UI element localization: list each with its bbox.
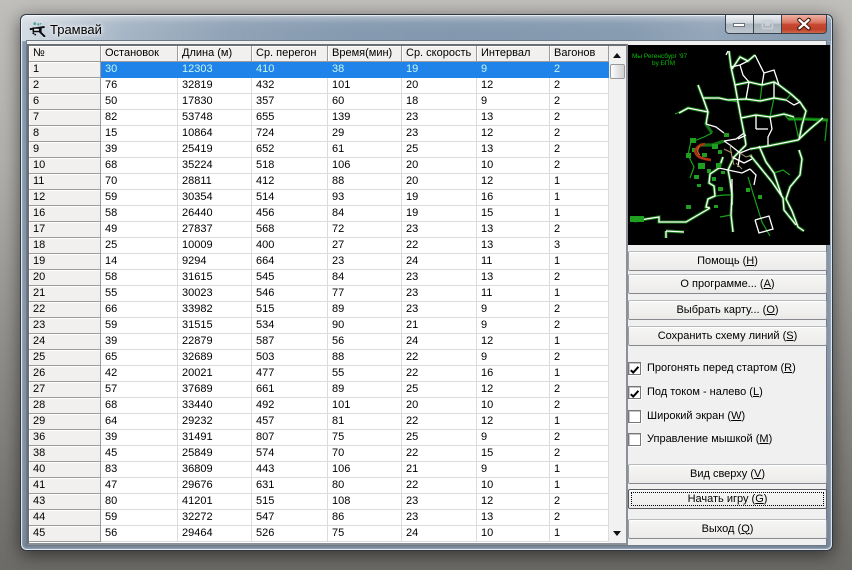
svg-text:Мы Регенсбург '97: Мы Регенсбург '97 (632, 52, 688, 60)
svg-text:by БПМ: by БПМ (652, 60, 675, 67)
